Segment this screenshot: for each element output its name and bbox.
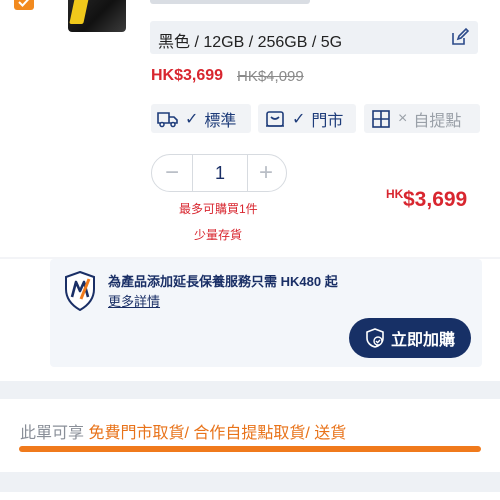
more-details-link[interactable]: 更多詳情 — [108, 291, 160, 310]
increment-button[interactable]: + — [246, 155, 286, 191]
check-mark: ✓ — [185, 110, 199, 128]
check-mark: ✓ — [292, 110, 306, 128]
original-price: HK$4,099 — [237, 68, 304, 85]
decrement-button[interactable]: − — [152, 155, 192, 191]
delivery-info: 此單可享 免費門市取貨/ 合作自提點取貨/ 送貨 — [20, 419, 346, 443]
shield-check-icon — [366, 328, 384, 348]
delivery-chip-pickup-point: × 自提點 — [364, 104, 480, 133]
quantity-value[interactable]: 1 — [192, 155, 248, 191]
delivery-chip-store[interactable]: ✓ 門市 — [258, 104, 356, 133]
shop-bag-icon — [264, 108, 286, 130]
truck-icon — [157, 108, 179, 130]
product-thumbnail[interactable] — [68, 0, 126, 32]
section-divider — [0, 472, 500, 492]
stock-status: 少量存貨 — [194, 228, 243, 242]
variant-text: 黑色 / 12GB / 256GB / 5G — [158, 34, 343, 51]
delivery-options: 免費門市取貨/ 合作自提點取貨/ 送貨 — [88, 425, 347, 442]
total-currency: HK — [386, 187, 404, 201]
variant-selector[interactable]: 黑色 / 12GB / 256GB / 5G — [150, 21, 478, 54]
select-checkbox[interactable] — [14, 0, 34, 10]
product-name-cut — [150, 0, 310, 4]
shield-logo-icon — [65, 271, 95, 311]
total-price: $3,699 — [403, 188, 468, 211]
chip-label: 自提點 — [413, 112, 462, 130]
chip-label: 標準 — [204, 112, 237, 130]
warranty-banner: 為產品添加延長保養服務只需 HK480 起 更多詳情 立即加購 — [50, 259, 482, 367]
warranty-title: 為產品添加延長保養服務只需 HK480 起 — [108, 274, 338, 289]
current-price: HK$3,699 — [151, 67, 224, 84]
add-warranty-label: 立即加購 — [390, 332, 455, 349]
delivery-prefix: 此單可享 — [20, 425, 85, 442]
cross-mark: × — [398, 109, 408, 127]
chip-label: 門市 — [311, 112, 344, 130]
check-icon — [18, 0, 29, 7]
delivery-chip-standard[interactable]: ✓ 標準 — [151, 104, 251, 133]
quantity-stepper: − 1 + — [151, 154, 287, 192]
locker-icon — [370, 108, 392, 130]
section-divider — [0, 381, 500, 399]
max-purchase-note: 最多可購買1件 — [179, 202, 258, 216]
progress-bar — [19, 446, 481, 452]
edit-icon[interactable] — [450, 27, 470, 47]
add-warranty-button[interactable]: 立即加購 — [349, 318, 471, 358]
